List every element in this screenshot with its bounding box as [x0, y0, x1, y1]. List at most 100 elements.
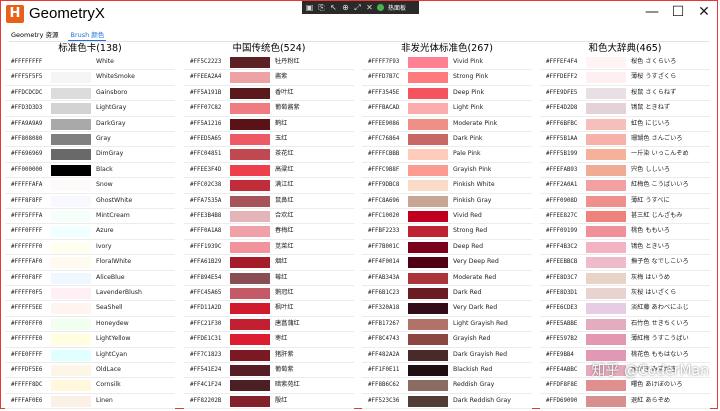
- color-row[interactable]: #FFE5ABBE 石竹色 せきちくいろ: [540, 317, 710, 333]
- color-swatch[interactable]: [230, 164, 270, 176]
- color-swatch[interactable]: [230, 318, 270, 330]
- color-row[interactable]: #FFF4B3C2 鴇色 ときいろ: [540, 240, 710, 256]
- color-swatch[interactable]: [51, 365, 91, 376]
- color-swatch[interactable]: [230, 380, 270, 392]
- color-row[interactable]: #FFFFFAF0 FloralWhite: [5, 255, 175, 271]
- color-row[interactable]: #FFE6CDE3 淡紅藤 あわべにふじ: [540, 301, 710, 317]
- color-swatch[interactable]: [586, 87, 626, 99]
- color-row[interactable]: #FF320A18 Very Dark Red: [362, 301, 532, 317]
- color-row[interactable]: #FFA61B29 烟红: [184, 255, 354, 271]
- color-row[interactable]: #FFFBACAD Light Pink: [362, 101, 532, 117]
- color-swatch[interactable]: [586, 164, 626, 176]
- color-swatch[interactable]: [51, 226, 91, 238]
- color-swatch[interactable]: [408, 149, 448, 161]
- color-swatch[interactable]: [230, 134, 270, 145]
- color-row[interactable]: #FF5A1216 鹤红: [184, 117, 354, 132]
- color-swatch[interactable]: [230, 365, 270, 376]
- expand-icon[interactable]: ⤢: [353, 3, 362, 12]
- color-swatch[interactable]: [408, 87, 448, 99]
- color-swatch[interactable]: [408, 349, 448, 361]
- color-row[interactable]: #FFA9A9A9 DarkGray: [5, 117, 175, 132]
- color-swatch[interactable]: [51, 72, 91, 84]
- color-row[interactable]: #FFC02C38 满江红: [184, 178, 354, 194]
- color-swatch[interactable]: [51, 288, 91, 299]
- color-swatch[interactable]: [51, 257, 91, 269]
- color-row[interactable]: #FFF1939C 苋菜红: [184, 240, 354, 256]
- color-swatch[interactable]: [586, 257, 626, 269]
- color-row[interactable]: #FF000000 Black: [5, 163, 175, 179]
- color-swatch[interactable]: [408, 318, 448, 330]
- color-swatch[interactable]: [586, 211, 626, 222]
- color-row[interactable]: #FFFFF5EE SeaShell: [5, 301, 175, 317]
- color-row[interactable]: #FFE0FFFF LightCyan: [5, 348, 175, 363]
- color-row[interactable]: #FFA7535A 鼠鼻红: [184, 194, 354, 209]
- color-swatch[interactable]: [586, 349, 626, 361]
- color-swatch[interactable]: [51, 118, 91, 130]
- color-swatch[interactable]: [51, 57, 91, 68]
- color-row[interactable]: #FFBF2233 Strong Red: [362, 224, 532, 240]
- color-row[interactable]: #FF8B6C62 Reddish Gray: [362, 378, 532, 394]
- color-row[interactable]: #FFFFFFF0 Ivory: [5, 240, 175, 256]
- color-swatch[interactable]: [586, 303, 626, 315]
- color-row[interactable]: #FFFDEFF2 薄桜 うすざくら: [540, 70, 710, 86]
- color-swatch[interactable]: [586, 395, 626, 407]
- color-row[interactable]: #FFC04851 茶花红: [184, 147, 354, 163]
- color-swatch[interactable]: [408, 103, 448, 115]
- color-swatch[interactable]: [230, 211, 270, 222]
- color-row[interactable]: #FFDE1C31 枣红: [184, 332, 354, 348]
- tab-geometry[interactable]: Geometry 资源: [9, 30, 60, 40]
- color-swatch[interactable]: [586, 118, 626, 130]
- pin-icon[interactable]: ▣: [305, 3, 314, 12]
- color-row[interactable]: #FFF5FFFA MintCream: [5, 209, 175, 225]
- color-row[interactable]: #FFFAF0E6 Linen: [5, 394, 175, 410]
- color-row[interactable]: #FF82202B 殷红: [184, 394, 354, 410]
- color-swatch[interactable]: [408, 334, 448, 346]
- color-row[interactable]: #FFFFF8DC Cornsilk: [5, 378, 175, 394]
- color-row[interactable]: #FFF0F8FF AliceBlue: [5, 271, 175, 286]
- color-swatch[interactable]: [408, 164, 448, 176]
- color-row[interactable]: #FF6B1C23 Dark Red: [362, 286, 532, 302]
- color-swatch[interactable]: [586, 226, 626, 238]
- color-row[interactable]: #FFFEF4F4 桜色 さくらいろ: [540, 55, 710, 71]
- color-swatch[interactable]: [408, 365, 448, 376]
- color-row[interactable]: #FFC8A696 Pinkish Gray: [362, 194, 532, 209]
- color-swatch[interactable]: [230, 288, 270, 299]
- color-row[interactable]: #FFB17267 Light Grayish Red: [362, 317, 532, 333]
- color-swatch[interactable]: [408, 72, 448, 84]
- toolbar-label[interactable]: 热面板: [388, 3, 406, 12]
- color-swatch[interactable]: [408, 272, 448, 284]
- color-row[interactable]: #FFF3545E Deep Pink: [362, 86, 532, 102]
- color-swatch[interactable]: [51, 272, 91, 284]
- color-row[interactable]: #FFF8F8FF GhostWhite: [5, 194, 175, 209]
- color-row[interactable]: #FFE3B4B8 合欢红: [184, 209, 354, 225]
- color-swatch[interactable]: [586, 57, 626, 68]
- color-swatch[interactable]: [230, 241, 270, 253]
- color-row[interactable]: #FFFF7F93 Vivid Pink: [362, 55, 532, 71]
- color-swatch[interactable]: [51, 180, 91, 192]
- color-row[interactable]: #FFF09199 桃色 ももいろ: [540, 224, 710, 240]
- color-row[interactable]: #FFDF8F8E 曙色 あけぼのいろ: [540, 378, 710, 394]
- color-swatch[interactable]: [586, 72, 626, 84]
- color-swatch[interactable]: [408, 134, 448, 145]
- color-swatch[interactable]: [51, 195, 91, 207]
- color-swatch[interactable]: [586, 272, 626, 284]
- color-row[interactable]: #FF808080 Gray: [5, 132, 175, 148]
- color-swatch[interactable]: [230, 72, 270, 84]
- color-row[interactable]: #FFFDF5E6 OldLace: [5, 363, 175, 379]
- color-swatch[interactable]: [230, 303, 270, 315]
- color-row[interactable]: #FFC21F30 唐菖蒲红: [184, 317, 354, 333]
- color-row[interactable]: #FF541E24 葡萄紫: [184, 363, 354, 379]
- color-row[interactable]: #FFD11A2D 枫叶红: [184, 301, 354, 317]
- color-swatch[interactable]: [51, 318, 91, 330]
- color-row[interactable]: #FF5C2223 牡丹粉红: [184, 55, 354, 71]
- color-row[interactable]: #FFFC9B8F Grayish Pink: [362, 163, 532, 179]
- color-swatch[interactable]: [408, 257, 448, 269]
- color-swatch[interactable]: [230, 118, 270, 130]
- color-row[interactable]: #FFEE3F4D 高粱红: [184, 163, 354, 179]
- color-swatch[interactable]: [230, 226, 270, 238]
- color-row[interactable]: #FFEEA2A4 酱紫: [184, 70, 354, 86]
- color-swatch[interactable]: [230, 195, 270, 207]
- close-icon[interactable]: ✕: [697, 4, 711, 20]
- color-swatch[interactable]: [51, 149, 91, 161]
- color-row[interactable]: #FFF2A0A1 紅梅色 こうばいいろ: [540, 178, 710, 194]
